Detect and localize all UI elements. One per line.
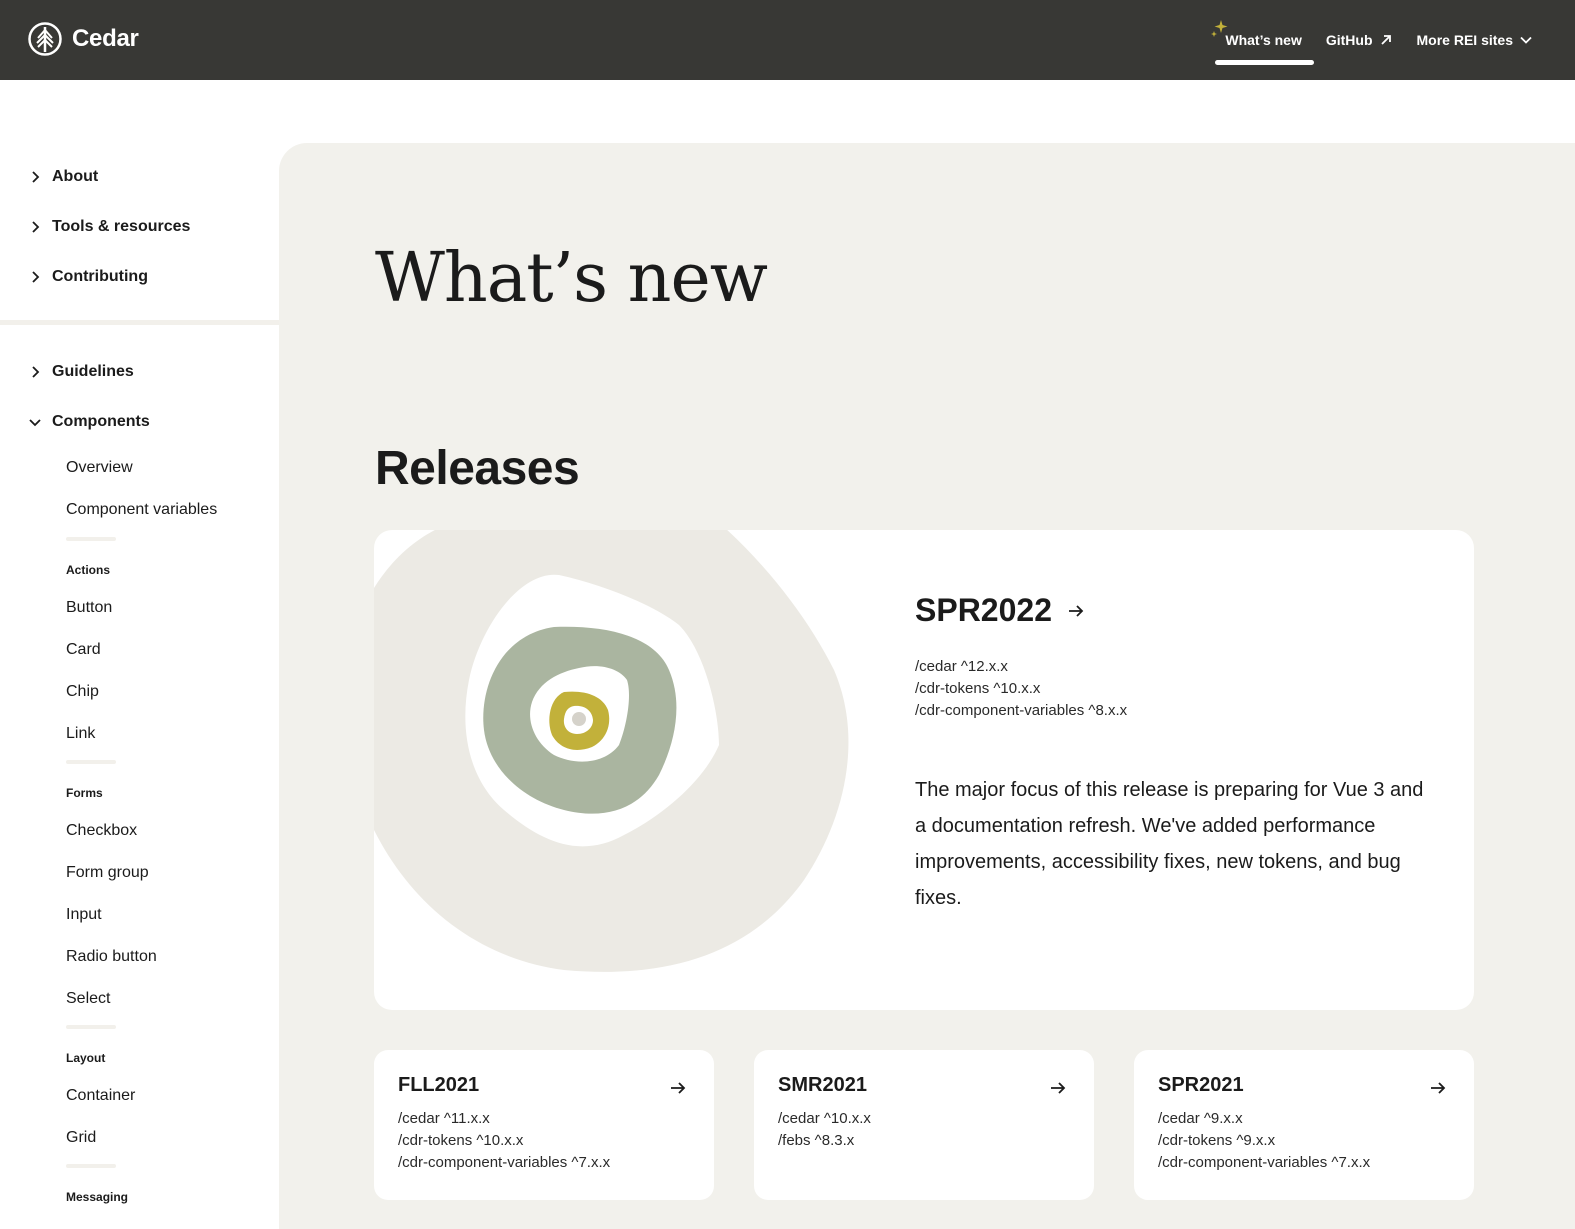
release-card-title: FLL2021 [398, 1074, 480, 1096]
featured-release-card[interactable]: SPR2022 /cedar ^12.x.x /cdr-tokens ^10.x… [374, 530, 1474, 1010]
sidebar-heading-layout: Layout [66, 1051, 106, 1065]
sidebar-item-about[interactable]: About [28, 168, 98, 186]
nav-more-rei-sites[interactable]: More REI sites [1405, 0, 1545, 80]
sidebar-subitem-link[interactable]: Link [66, 725, 95, 743]
main-content: What’s new Releases SPR2022 /cedar ^12.x… [279, 143, 1575, 1229]
release-card-smr2021[interactable]: SMR2021 /cedar ^10.x.x /febs ^8.3.x [754, 1050, 1094, 1200]
sidebar-subitem-container[interactable]: Container [66, 1087, 135, 1105]
sidebar-heading-messaging: Messaging [66, 1190, 129, 1204]
chevron-right-icon [32, 271, 40, 283]
brand-name: Cedar [72, 25, 139, 52]
featured-release-packages: /cedar ^12.x.x /cdr-tokens ^10.x.x /cdr-… [915, 656, 1127, 722]
nav-whats-new-label: What’s new [1225, 32, 1302, 48]
sidebar-subitem-card[interactable]: Card [66, 641, 101, 659]
release-card-packages: /cedar ^9.x.x /cdr-tokens ^9.x.x /cdr-co… [1158, 1108, 1370, 1174]
section-title-releases: Releases [375, 442, 580, 495]
chevron-down-icon [1520, 36, 1532, 44]
sidebar-subgroup-divider [66, 1025, 116, 1029]
package-line: /cedar ^10.x.x [778, 1110, 871, 1127]
package-line: /cdr-component-variables ^7.x.x [1158, 1154, 1371, 1171]
sidebar-subitem-chip[interactable]: Chip [66, 683, 99, 701]
sidebar-subgroup-divider [66, 1164, 116, 1168]
release-card-spr2021[interactable]: SPR2021 /cedar ^9.x.x /cdr-tokens ^9.x.x… [1134, 1050, 1474, 1200]
featured-release-title[interactable]: SPR2022 [915, 592, 1086, 629]
sidebar-item-components[interactable]: Components [28, 413, 150, 431]
sidebar-item-contributing[interactable]: Contributing [28, 268, 148, 286]
package-line: /cdr-component-variables ^8.x.x [915, 702, 1128, 719]
chevron-down-icon [29, 419, 41, 427]
sidebar-item-tools-resources[interactable]: Tools & resources [28, 218, 190, 236]
nav-github[interactable]: GitHub [1314, 0, 1405, 80]
package-line: /cdr-tokens ^9.x.x [1158, 1132, 1276, 1149]
nav-whats-new[interactable]: What’s new [1211, 0, 1314, 80]
package-line: /cedar ^11.x.x [398, 1110, 490, 1127]
release-card-fll2021[interactable]: FLL2021 /cedar ^11.x.x /cdr-tokens ^10.x… [374, 1050, 714, 1200]
top-header: Cedar What’s new GitHub More REI sites [0, 0, 1575, 80]
sidebar-item-label: About [52, 168, 99, 185]
featured-release-description: The major focus of this release is prepa… [915, 779, 1424, 909]
tree-ring-illustration [374, 530, 849, 972]
sidebar-subitem-component-variables[interactable]: Component variables [66, 501, 217, 519]
sidebar-subitem-select[interactable]: Select [66, 990, 110, 1008]
release-card-packages: /cedar ^11.x.x /cdr-tokens ^10.x.x /cdr-… [398, 1108, 610, 1174]
release-card-packages: /cedar ^10.x.x /febs ^8.3.x [778, 1108, 871, 1152]
sidebar-item-label: Guidelines [52, 363, 134, 380]
sidebar-subitem-radio-button[interactable]: Radio button [66, 948, 157, 966]
nav-more-rei-sites-label: More REI sites [1416, 32, 1513, 48]
sidebar-divider [0, 320, 279, 325]
package-line: /cedar ^9.x.x [1158, 1110, 1243, 1127]
package-line: /cdr-tokens ^10.x.x [915, 680, 1041, 697]
package-line: /cdr-component-variables ^7.x.x [398, 1154, 611, 1171]
sidebar-nav: About Tools & resources Contributing Gui… [0, 80, 279, 1229]
nav-github-label: GitHub [1325, 32, 1373, 48]
tree-logo-icon [28, 22, 62, 56]
sidebar-heading-forms: Forms [66, 786, 103, 800]
release-card-title: SPR2021 [1158, 1074, 1244, 1096]
sidebar-subitem-input[interactable]: Input [66, 906, 102, 924]
sidebar-item-label: Components [52, 413, 150, 430]
sidebar-item-label: Contributing [52, 268, 148, 285]
active-indicator [1215, 60, 1314, 65]
sidebar-heading-actions: Actions [66, 563, 111, 577]
page-title: What’s new [375, 239, 768, 318]
chevron-right-icon [32, 221, 40, 233]
arrow-right-icon [671, 1082, 686, 1094]
arrow-right-icon [1051, 1082, 1066, 1094]
brand-logo[interactable]: Cedar [28, 22, 139, 56]
sidebar-subitem-button[interactable]: Button [66, 599, 112, 617]
sidebar-subitem-checkbox[interactable]: Checkbox [66, 822, 137, 840]
arrow-right-icon [1431, 1082, 1446, 1094]
chevron-right-icon [32, 171, 40, 183]
sidebar-subgroup-divider [66, 537, 116, 541]
top-nav: What’s new GitHub More REI sites [1211, 0, 1545, 80]
sidebar-subgroup-divider [66, 760, 116, 764]
sidebar-subitem-overview[interactable]: Overview [66, 459, 133, 477]
sidebar-subitem-grid[interactable]: Grid [66, 1129, 96, 1147]
external-link-icon [1380, 35, 1391, 45]
package-line: /cedar ^12.x.x [915, 658, 1008, 675]
sidebar-item-label: Tools & resources [52, 218, 191, 235]
chevron-right-icon [32, 366, 40, 378]
package-line: /cdr-tokens ^10.x.x [398, 1132, 524, 1149]
release-card-title: SMR2021 [778, 1074, 867, 1096]
arrow-right-icon [1068, 604, 1084, 617]
featured-release-title-label: SPR2022 [915, 592, 1052, 628]
sidebar-subitem-form-group[interactable]: Form group [66, 864, 149, 882]
sidebar-item-guidelines[interactable]: Guidelines [28, 363, 134, 381]
sparkle-icon [1211, 20, 1228, 37]
package-line: /febs ^8.3.x [778, 1132, 855, 1149]
